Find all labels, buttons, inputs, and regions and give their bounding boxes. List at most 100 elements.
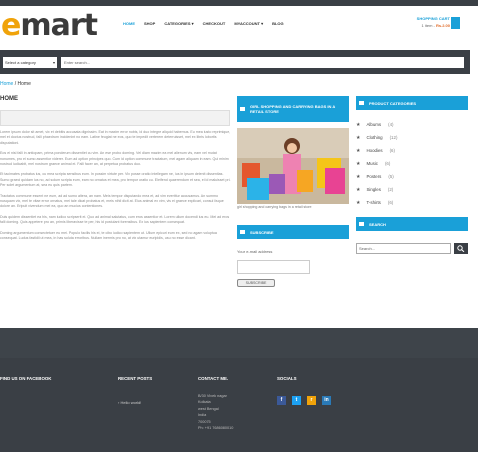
cart-summary: 1 item - Rs.2.00: [422, 23, 450, 28]
shopping-cart[interactable]: SHOPPING CART 1 item - Rs.2.00: [404, 16, 460, 38]
footer-col-recent-posts: RECENT POSTS › Hello world!: [118, 376, 152, 405]
featured-post-header[interactable]: GIRL SHOPPING AND CARRYING BAGS IN A RET…: [237, 96, 349, 122]
footer-top-band: [0, 328, 478, 358]
nav-myaccount[interactable]: MYACCOUNT ▾: [234, 21, 263, 27]
paragraph: Et tacimates probatus ius, cu mea script…: [0, 172, 231, 188]
page-title: HOME: [0, 96, 18, 102]
category-count: (12): [389, 135, 398, 140]
main-nav: HOME SHOP CATEGORIES ▾ CHECKOUT MYACCOUN…: [123, 21, 284, 27]
rss-icon[interactable]: r: [307, 396, 316, 405]
footer-contact-title: CONTACT ME.: [198, 376, 229, 381]
footer-socials-title: SOCIALS: [277, 376, 297, 381]
breadcrumb-home-link[interactable]: Home: [0, 81, 13, 87]
sidebar-search-button[interactable]: [454, 243, 468, 254]
paragraph: Doming argumentum consectetuer eu mei. P…: [0, 230, 217, 241]
category-count: (6): [387, 200, 394, 205]
category-item-singles[interactable]: ★ Singles (2): [356, 183, 468, 196]
chevron-down-icon: ▾: [52, 60, 55, 65]
email-label: Your e-mail address: [237, 249, 273, 254]
main-content: HOME Lorem ipsum dolor sit amet, vix et …: [0, 96, 232, 247]
site-footer: FIND US ON FACEBOOK RECENT POSTS › Hello…: [0, 328, 478, 452]
search-icon: [457, 245, 465, 252]
category-name: T-shirts: [366, 200, 381, 205]
nav-checkout[interactable]: CHECKOUT: [203, 21, 226, 27]
paragraph: Lorem ipsum dolor sit amet, vix et debit…: [0, 130, 231, 145]
facebook-icon[interactable]: f: [277, 396, 286, 405]
image-caption: girl shopping and carrying bags in a ret…: [237, 205, 312, 209]
linkedin-icon[interactable]: in: [322, 396, 331, 405]
site-logo[interactable]: emart: [1, 8, 98, 43]
recent-post-label: Hello world!: [120, 400, 142, 405]
cart-items-count: 1 item -: [421, 23, 436, 28]
footer-facebook-title: FIND US ON FACEBOOK: [0, 376, 52, 381]
sidebar-search: Search...: [356, 243, 468, 255]
star-icon: ★: [356, 199, 361, 206]
image-icon: [240, 107, 245, 111]
subscribe-button[interactable]: SUBSCRIBE: [237, 279, 275, 287]
category-count: (5): [388, 174, 394, 179]
subscribe-header: SUBSCRIBE: [237, 225, 349, 239]
category-select[interactable]: Select a category ▾: [3, 57, 57, 68]
featured-post-image[interactable]: [237, 128, 349, 204]
category-name: Music: [366, 161, 378, 166]
search-bar: Select a category ▾ Enter search...: [0, 50, 470, 74]
category-item-clothing[interactable]: ★ Clothing (12): [356, 131, 468, 144]
twitter-icon[interactable]: t: [292, 396, 301, 405]
category-select-value: Select a category: [5, 60, 36, 65]
logo-letter-e: e: [1, 8, 21, 43]
footer-col-socials: SOCIALS f t r in: [277, 376, 331, 405]
star-icon: ★: [356, 173, 361, 180]
search-icon: [359, 222, 364, 226]
logo-text: mart: [20, 8, 98, 43]
search-widget-title: SEARCH: [369, 221, 386, 227]
category-count: (6): [389, 148, 395, 153]
footer-col-facebook: FIND US ON FACEBOOK: [0, 376, 51, 381]
nav-myaccount-label: MYACCOUNT: [234, 21, 260, 26]
site-header: emart HOME SHOP CATEGORIES ▾ CHECKOUT MY…: [0, 6, 478, 44]
category-name: Singles: [366, 187, 381, 192]
category-count: (4): [388, 122, 394, 127]
category-item-hoodies[interactable]: ★ Hoodies (6): [356, 144, 468, 157]
nav-categories-label: CATEGORIES: [164, 21, 191, 26]
search-input[interactable]: Enter search...: [61, 57, 464, 68]
recent-post-link[interactable]: › Hello world!: [118, 400, 152, 405]
breadcrumb: Home / Home: [0, 81, 31, 87]
footer-recent-posts-title: RECENT POSTS: [118, 376, 153, 381]
nav-categories[interactable]: CATEGORIES ▾: [164, 21, 193, 27]
categories-title: PRODUCT CATEGORIES: [369, 100, 417, 106]
category-name: Albums: [366, 122, 382, 127]
middle-sidebar: GIRL SHOPPING AND CARRYING BAGS IN A RET…: [237, 96, 349, 287]
category-count: (2): [387, 187, 394, 192]
star-icon: ★: [356, 160, 361, 167]
cart-icon[interactable]: [451, 17, 460, 29]
categories-header: PRODUCT CATEGORIES: [356, 96, 468, 110]
social-icons: f t r in: [277, 396, 331, 405]
chevron-down-icon: ▾: [191, 21, 194, 26]
category-name: Clothing: [366, 135, 383, 140]
star-icon: ★: [356, 186, 361, 193]
category-item-albums[interactable]: ★ Albums (4): [356, 118, 468, 131]
cart-amount: Rs.2.00: [435, 23, 450, 28]
right-sidebar: PRODUCT CATEGORIES ★ Albums (4) ★ Clothing (…: [356, 96, 468, 255]
category-name: Hoodies: [366, 148, 383, 153]
category-item-music[interactable]: ★ Music (6): [356, 157, 468, 170]
list-icon: [359, 101, 364, 105]
nav-shop[interactable]: SHOP: [144, 21, 155, 27]
sidebar-search-input[interactable]: Search...: [356, 243, 451, 254]
address-phone: Ph: +91 7686080010: [198, 426, 234, 431]
nav-blog[interactable]: BLOG: [272, 21, 284, 27]
email-field[interactable]: [237, 260, 310, 274]
title-box: [0, 110, 230, 126]
category-name: Posters: [366, 174, 382, 179]
category-count: (6): [384, 161, 391, 166]
footer-col-contact: CONTACT ME. B/30 Vivek nagar Kolkata wes…: [198, 376, 233, 431]
search-widget-header: SEARCH: [356, 217, 468, 231]
cart-title: SHOPPING CART: [416, 16, 450, 21]
breadcrumb-current: Home: [17, 81, 31, 87]
mail-icon: [240, 230, 245, 234]
category-item-tshirts[interactable]: ★ T-shirts (6): [356, 196, 468, 209]
star-icon: ★: [356, 134, 361, 141]
star-icon: ★: [356, 147, 361, 154]
category-item-posters[interactable]: ★ Posters (5): [356, 170, 468, 183]
nav-home[interactable]: HOME: [123, 21, 135, 27]
